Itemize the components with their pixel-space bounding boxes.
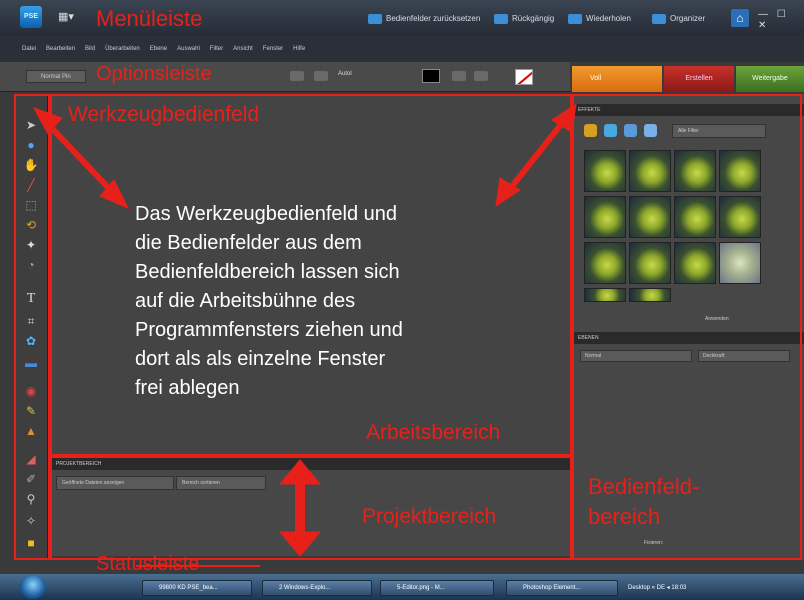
annotation-arrows <box>32 102 577 567</box>
arrowhead <box>278 531 322 557</box>
arrowhead <box>278 459 322 485</box>
arrow-to-toolbox <box>43 119 121 201</box>
arrow-to-panels <box>503 116 569 196</box>
photoshop-elements-window: PSE ▦▾ Bedienfelder zurücksetzen Rückgän… <box>0 0 804 600</box>
